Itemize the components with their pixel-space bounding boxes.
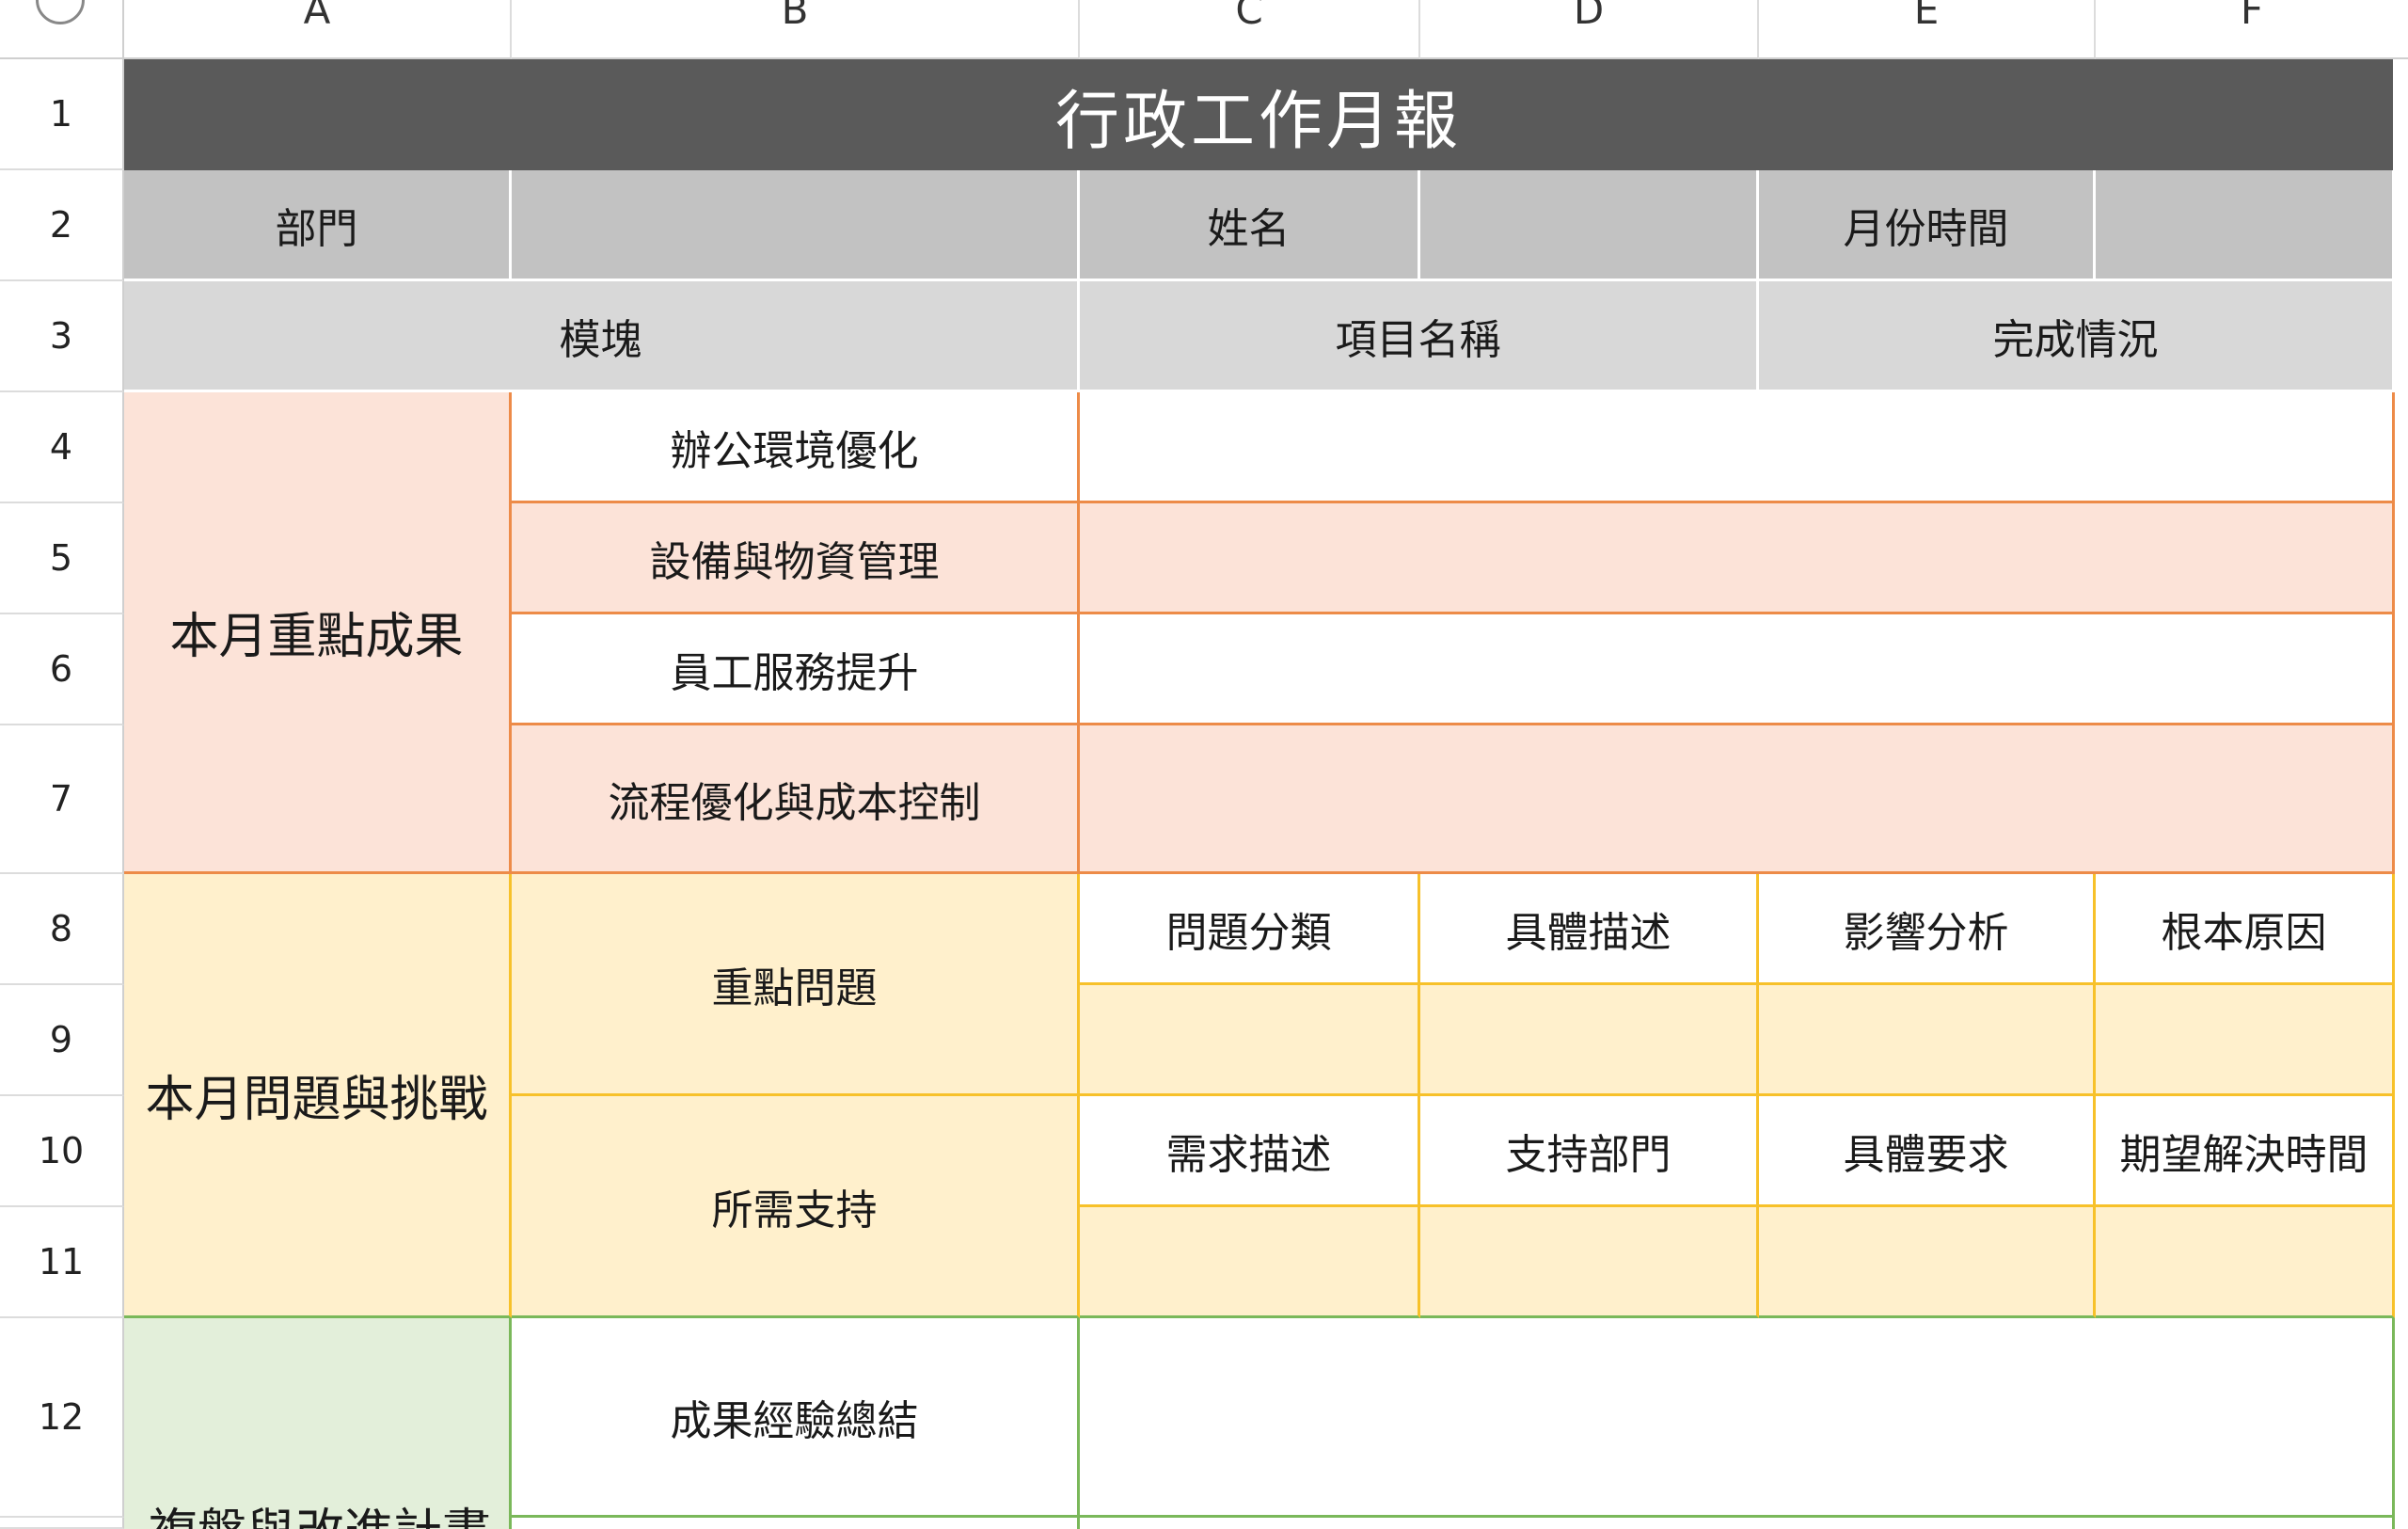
name-value-cell[interactable] bbox=[1420, 170, 1759, 281]
support-column-header[interactable]: 需求描述 bbox=[1080, 1096, 1420, 1207]
issue-input-cell[interactable] bbox=[1080, 985, 1420, 1096]
report-title[interactable]: 行政工作月報 bbox=[124, 59, 2395, 170]
issue-column-header[interactable]: 影響分析 bbox=[1759, 874, 2096, 985]
row-header-11[interactable]: 11 bbox=[0, 1207, 124, 1318]
key-issue-label-cell[interactable]: 重點問題 bbox=[512, 874, 1080, 1096]
row-header-2[interactable]: 2 bbox=[0, 170, 124, 281]
achievement-detail-cell[interactable] bbox=[1080, 614, 2395, 725]
row-header-3[interactable]: 3 bbox=[0, 281, 124, 392]
achievement-item-cell[interactable]: 辦公環境優化 bbox=[512, 392, 1080, 503]
support-column-header[interactable]: 具體要求 bbox=[1759, 1096, 2096, 1207]
row-header-6[interactable]: 6 bbox=[0, 614, 124, 725]
support-column-header[interactable]: 支持部門 bbox=[1420, 1096, 1759, 1207]
review-label-text: 複盤與改進計畫 bbox=[149, 1492, 491, 1529]
row-header-7[interactable]: 7 bbox=[0, 725, 124, 874]
support-input-cell[interactable] bbox=[1759, 1207, 2096, 1318]
achievement-item-cell[interactable]: 設備與物資管理 bbox=[512, 503, 1080, 614]
support-column-header[interactable]: 期望解決時間 bbox=[2096, 1096, 2395, 1207]
issue-column-header[interactable]: 根本原因 bbox=[2096, 874, 2395, 985]
issue-input-cell[interactable] bbox=[2096, 985, 2395, 1096]
issues-label-cell[interactable]: 本月問題與挑戰 bbox=[124, 874, 512, 1318]
column-header-e[interactable]: E bbox=[1759, 0, 2096, 59]
achievement-detail-cell[interactable] bbox=[1080, 392, 2395, 503]
issue-column-header[interactable]: 具體描述 bbox=[1420, 874, 1759, 985]
support-input-cell[interactable] bbox=[1420, 1207, 1759, 1318]
name-label-cell[interactable]: 姓名 bbox=[1080, 170, 1420, 281]
column-header-b[interactable]: B bbox=[512, 0, 1080, 59]
month-value-cell[interactable] bbox=[2096, 170, 2395, 281]
column-header-f[interactable]: F bbox=[2096, 0, 2408, 59]
review-item-cell[interactable] bbox=[512, 1518, 1080, 1529]
issue-input-cell[interactable] bbox=[1759, 985, 2096, 1096]
row-header-13[interactable] bbox=[0, 1518, 124, 1529]
issue-input-cell[interactable] bbox=[1420, 985, 1759, 1096]
dept-value-cell[interactable] bbox=[512, 170, 1080, 281]
support-input-cell[interactable] bbox=[2096, 1207, 2395, 1318]
status-header-cell[interactable]: 完成情況 bbox=[1759, 281, 2395, 392]
row-header-1[interactable]: 1 bbox=[0, 59, 124, 170]
dept-label-cell[interactable]: 部門 bbox=[124, 170, 512, 281]
column-header-d[interactable]: D bbox=[1420, 0, 1759, 59]
row-header-5[interactable]: 5 bbox=[0, 503, 124, 614]
review-label-cell[interactable]: 複盤與改進計畫 bbox=[124, 1318, 512, 1529]
column-header-a[interactable]: A bbox=[124, 0, 512, 59]
review-detail-cell[interactable] bbox=[1080, 1518, 2395, 1529]
support-label-cell[interactable]: 所需支持 bbox=[512, 1096, 1080, 1318]
support-input-cell[interactable] bbox=[1080, 1207, 1420, 1318]
row-header-10[interactable]: 10 bbox=[0, 1096, 124, 1207]
module-header-cell[interactable]: 模塊 bbox=[124, 281, 1080, 392]
achievement-item-cell[interactable]: 流程優化與成本控制 bbox=[512, 725, 1080, 874]
select-all-corner[interactable] bbox=[0, 0, 124, 59]
review-item-cell[interactable]: 成果經驗總結 bbox=[512, 1318, 1080, 1518]
month-label-cell[interactable]: 月份時間 bbox=[1759, 170, 2096, 281]
row-header-4[interactable]: 4 bbox=[0, 392, 124, 503]
issue-column-header[interactable]: 問題分類 bbox=[1080, 874, 1420, 985]
column-header-c[interactable]: C bbox=[1080, 0, 1420, 59]
item-name-header-cell[interactable]: 項目名稱 bbox=[1080, 281, 1759, 392]
row-header-8[interactable]: 8 bbox=[0, 874, 124, 985]
review-detail-cell[interactable] bbox=[1080, 1318, 2395, 1518]
row-header-9[interactable]: 9 bbox=[0, 985, 124, 1096]
achievement-detail-cell[interactable] bbox=[1080, 725, 2395, 874]
achievements-label-cell[interactable]: 本月重點成果 bbox=[124, 392, 512, 874]
row-header-12[interactable]: 12 bbox=[0, 1318, 124, 1518]
achievement-item-cell[interactable]: 員工服務提升 bbox=[512, 614, 1080, 725]
achievement-detail-cell[interactable] bbox=[1080, 503, 2395, 614]
select-all-icon bbox=[36, 0, 85, 24]
